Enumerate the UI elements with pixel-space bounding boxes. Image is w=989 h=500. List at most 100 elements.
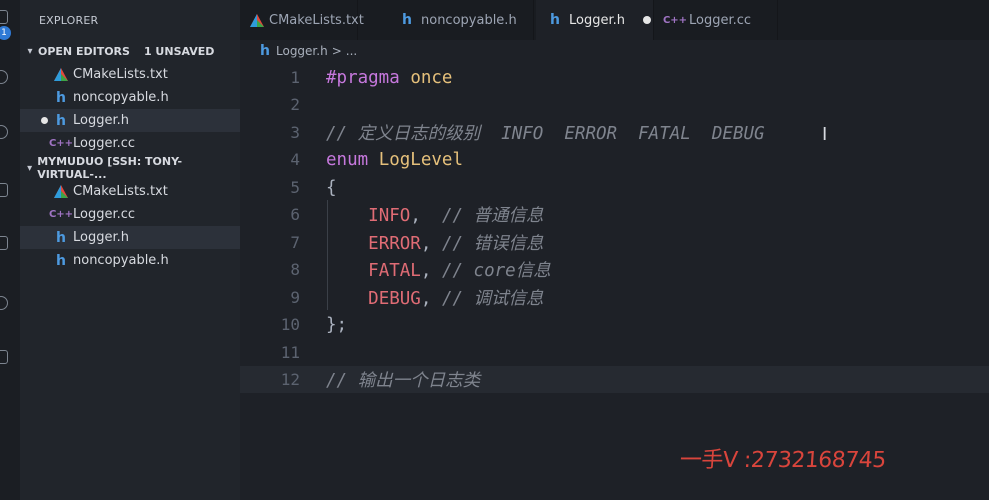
tab-label: Logger.cc [689, 12, 752, 28]
remote-explorer-icon[interactable] [0, 236, 8, 250]
code-token: once [410, 67, 453, 88]
code-comment: // 普通信息 [441, 206, 544, 226]
cpp-file-icon: C++ [662, 14, 688, 26]
workspace-file-item[interactable]: h noncopyable.h [20, 249, 240, 272]
explorer-icon[interactable] [0, 10, 8, 24]
code-line: 7 ERROR, // 错误信息 [240, 229, 989, 256]
line-number: 5 [290, 178, 300, 197]
line-number: 2 [290, 95, 300, 114]
open-editor-item[interactable]: h noncopyable.h [20, 86, 240, 109]
line-number: 3 [290, 123, 300, 142]
tab-noncopyable[interactable]: h noncopyable.h [388, 0, 534, 40]
line-number: 6 [290, 205, 300, 224]
cpp-file-icon: C++ [48, 209, 74, 220]
code-line: 11 [240, 339, 989, 366]
extensions-icon[interactable] [0, 296, 8, 310]
breadcrumb-file[interactable]: Logger.h [276, 44, 328, 58]
run-debug-icon[interactable] [0, 183, 8, 197]
code-token: , [410, 206, 421, 226]
workspace-file-item[interactable]: h Logger.h [20, 226, 240, 249]
tab-label: noncopyable.h [421, 12, 517, 28]
chevron-down-icon: ▾ [27, 162, 33, 174]
code-token: INFO [368, 206, 411, 226]
line-number: 10 [280, 315, 300, 334]
code-token: enum [326, 149, 369, 170]
header-file-icon: h [56, 89, 66, 106]
activity-bar: 1 [0, 0, 20, 500]
code-line: 5 { [240, 174, 989, 201]
open-editor-item[interactable]: CMakeLists.txt [20, 63, 240, 86]
file-name: Logger.cc [73, 136, 136, 151]
code-token: LogLevel [378, 149, 463, 170]
text-cursor-icon: I [822, 124, 828, 145]
workspace-file-item[interactable]: CMakeLists.txt [20, 180, 240, 203]
tab-label: Logger.h [569, 12, 625, 28]
code-line: 2 [240, 91, 989, 118]
code-comment: // core信息 [441, 261, 551, 281]
code-token: ERROR [368, 234, 421, 254]
code-line: 3 // 定义日志的级别 INFO ERROR FATAL DEBUG [240, 119, 989, 146]
file-name: CMakeLists.txt [73, 184, 168, 199]
unsaved-count: 1 UNSAVED [143, 44, 215, 58]
tab-cmakelists[interactable]: CMakeLists.txt [240, 0, 364, 40]
unsaved-dot-icon[interactable] [643, 16, 651, 24]
code-token: FATAL [368, 261, 421, 281]
workspace-label: MYMUDUO [SSH: TONY-VIRTUAL-... [37, 155, 183, 181]
header-file-icon: h [550, 12, 560, 28]
unsaved-count-badge: 1 [0, 26, 11, 40]
file-name: CMakeLists.txt [73, 67, 168, 82]
chevron-down-icon: ▾ [27, 45, 33, 57]
file-name: noncopyable.h [73, 90, 169, 105]
code-comment: // 定义日志的级别 INFO ERROR FATAL DEBUG [326, 124, 765, 144]
open-editors-header[interactable]: ▾ OPEN EDITORS 1 UNSAVED [20, 40, 240, 62]
source-control-icon[interactable] [0, 125, 8, 139]
breadcrumb-separator: > [331, 44, 342, 58]
code-line: 8 FATAL, // core信息 [240, 256, 989, 283]
breadcrumb-more[interactable]: ... [346, 44, 357, 58]
line-number: 1 [290, 68, 300, 87]
docker-icon[interactable] [0, 350, 8, 364]
vscode-window: 1 EXPLORER ▾ OPEN EDITORS 1 UNSAVED CMak… [0, 0, 989, 500]
tab-logger-cc[interactable]: C++ Logger.cc [656, 0, 778, 40]
file-name: Logger.h [73, 113, 129, 128]
code-token: , [420, 289, 432, 309]
line-number: 12 [280, 370, 300, 389]
workspace-file-item[interactable]: C++ Logger.cc [20, 203, 240, 226]
code-comment: // 输出一个日志类 [326, 371, 481, 391]
code-line-current: 12 // 输出一个日志类 [240, 366, 989, 393]
watermark: 一手V :2732168745 [678, 448, 887, 473]
header-file-icon: h [56, 112, 66, 129]
editor-tab-bar: CMakeLists.txt h noncopyable.h h Logger.… [240, 0, 989, 40]
line-number: 7 [290, 233, 300, 252]
search-icon[interactable] [0, 70, 8, 84]
header-file-icon: h [56, 252, 66, 269]
explorer-sidebar: EXPLORER ▾ OPEN EDITORS 1 UNSAVED CMakeL… [20, 0, 240, 500]
code-token: DEBUG [368, 289, 421, 309]
file-name: Logger.h [73, 230, 129, 245]
indent-guide [327, 200, 328, 310]
line-number: 11 [280, 343, 300, 362]
line-number: 8 [290, 260, 300, 279]
code-editor[interactable]: 1 #pragma once 2 3 // 定义日志的级别 INFO ERROR… [240, 62, 989, 500]
code-line: 4 enum LogLevel [240, 146, 989, 173]
header-file-icon: h [260, 43, 270, 59]
code-line: 6 INFO, // 普通信息 [240, 201, 989, 228]
code-comment: // 调试信息 [441, 289, 544, 309]
workspace-header[interactable]: ▾ MYMUDUO [SSH: TONY-VIRTUAL-... [20, 155, 240, 181]
open-editor-item[interactable]: h Logger.h [20, 109, 240, 132]
unsaved-dot-icon[interactable] [41, 117, 48, 124]
code-line: 10 }; [240, 311, 989, 338]
line-number: 9 [290, 288, 300, 307]
breadcrumb: h Logger.h > ... [240, 40, 989, 62]
code-comment: // 错误信息 [441, 234, 544, 254]
open-editor-item[interactable]: C++ Logger.cc [20, 132, 240, 155]
cmake-icon [250, 12, 264, 28]
tab-label: CMakeLists.txt [269, 12, 364, 28]
file-name: Logger.cc [73, 207, 136, 222]
tab-logger-h[interactable]: h Logger.h [536, 0, 654, 40]
code-token: }; [326, 314, 348, 335]
open-editors-label: OPEN EDITORS [38, 44, 130, 58]
code-token: #pragma [326, 67, 400, 88]
header-file-icon: h [402, 12, 412, 28]
code-token: , [420, 261, 432, 281]
